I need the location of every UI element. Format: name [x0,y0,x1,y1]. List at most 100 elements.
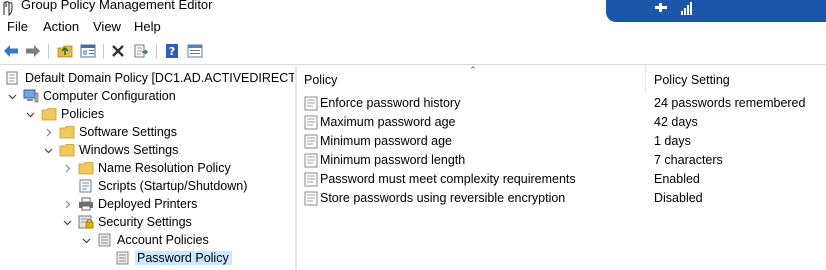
chevron-down-icon[interactable] [25,109,35,119]
tree-item-label: Policies [61,107,105,121]
policy-setting-value: Enabled [654,172,700,186]
policy-setting-icon [304,172,318,187]
forward-button[interactable] [23,41,43,61]
tree-item-computer-configuration[interactable]: Computer Configuration [7,87,176,105]
policy-setting-icon [304,191,318,206]
account-policies-icon [97,233,113,247]
list-row[interactable]: Enforce password history 24 passwords re… [298,94,826,113]
chevron-down-icon[interactable] [62,217,72,227]
help-icon: ? [166,44,178,58]
svg-text:?: ? [169,45,175,58]
folder-icon [59,143,75,157]
properties-button[interactable] [185,41,205,61]
tree-item-deployed-printers[interactable]: Deployed Printers [62,195,197,213]
policy-setting-icon [304,115,318,130]
tree-item-label: Scripts (Startup/Shutdown) [98,179,248,193]
list-row[interactable]: Minimum password length 7 characters [298,151,826,170]
policy-setting-value: Disabled [654,191,703,205]
app-icon [0,0,16,17]
window-title: Group Policy Management Editor [21,0,213,12]
tree-item-account-policies[interactable]: Account Policies [81,231,209,249]
tree-item-label: Security Settings [98,215,192,229]
tree-item-label: Windows Settings [79,143,179,157]
tree-item-name-resolution-policy[interactable]: Name Resolution Policy [62,159,231,177]
policy-setting-icon [304,134,318,149]
title-bar: Group Policy Management Editor [0,0,826,22]
password-policy-icon [115,251,131,265]
tree-item-password-policy[interactable]: Password Policy [115,249,232,267]
scripts-icon [78,179,94,193]
folder-icon [41,107,57,121]
policy-name: Maximum password age [320,115,456,129]
column-header-policy-setting[interactable]: Policy Setting [654,66,730,93]
folder-icon [59,125,75,139]
help-button[interactable]: ? [162,41,182,61]
export-list-button[interactable] [131,41,151,61]
chevron-down-icon[interactable] [7,91,17,101]
tree-item-policies[interactable]: Policies [25,105,104,123]
policy-setting-value: 7 characters [654,153,723,167]
tree-item-scripts[interactable]: Scripts (Startup/Shutdown) [78,177,247,195]
chevron-right-icon[interactable] [62,163,72,173]
column-header-policy[interactable]: Policy [304,66,337,93]
forward-arrow-icon [26,45,40,57]
list-row[interactable]: Password must meet complexity requiremen… [298,170,826,189]
menu-view[interactable]: View [93,19,121,34]
menu-file[interactable]: File [7,19,28,34]
policy-name: Enforce password history [320,96,461,110]
show-hide-tree-icon [80,44,96,58]
chevron-right-icon[interactable] [62,199,72,209]
folder-icon [78,161,94,175]
policy-name: Minimum password age [320,134,452,148]
console-tree: Default Domain Policy [DC1.AD.ACTIVEDIRE… [0,68,294,270]
show-hide-console-tree-button[interactable] [78,41,98,61]
policy-name: Store passwords using reversible encrypt… [320,191,566,205]
policy-setting-value: 1 days [654,134,691,148]
pane-splitter[interactable] [295,66,297,270]
chevron-down-icon[interactable] [43,145,53,155]
up-one-level-button[interactable] [55,41,75,61]
tree-item-security-settings[interactable]: Security Settings [62,213,192,231]
policy-setting-icon [304,153,318,168]
toolbar-separator [48,44,49,59]
tree-item-label: Software Settings [79,125,177,139]
tree-item-windows-settings[interactable]: Windows Settings [43,141,178,159]
computer-icon [23,89,39,103]
tree-item-default-domain-policy[interactable]: Default Domain Policy [DC1.AD.ACTIVEDIRE… [5,69,294,87]
list-row[interactable]: Store passwords using reversible encrypt… [298,189,826,208]
policy-list: Policy ⌃ Policy Setting Enforce password… [298,65,826,270]
sort-ascending-icon: ⌃ [469,65,477,75]
tree-item-label: Computer Configuration [43,89,176,103]
toolbar: ? [0,38,826,65]
tree-item-label: Deployed Printers [98,197,198,211]
column-divider[interactable] [645,66,646,93]
menu-help[interactable]: Help [134,19,161,34]
chevron-down-icon[interactable] [81,235,91,245]
security-icon [78,215,94,229]
policy-setting-icon [304,96,318,111]
network-tray-icon [655,2,692,15]
policy-setting-value: 42 days [654,115,698,129]
policy-setting-value: 24 passwords remembered [654,96,806,110]
export-list-icon [134,44,149,58]
delete-icon [112,45,124,57]
delete-button[interactable] [108,41,128,61]
tree-item-label: Account Policies [117,233,209,247]
back-arrow-icon [4,45,18,57]
tree-item-label: Default Domain Policy [DC1.AD.ACTIVEDIRE… [25,71,294,85]
up-folder-icon [57,45,73,58]
policy-icon [5,71,21,85]
tree-item-label: Name Resolution Policy [98,161,231,175]
printer-icon [78,197,94,211]
chevron-right-icon[interactable] [43,127,53,137]
policy-name: Password must meet complexity requiremen… [320,172,576,186]
list-row[interactable]: Maximum password age 42 days [298,113,826,132]
menu-bar: File Action View Help [0,17,826,37]
list-row[interactable]: Minimum password age 1 days [298,132,826,151]
menu-action[interactable]: Action [43,19,79,34]
policy-name: Minimum password length [320,153,466,167]
properties-icon [187,44,203,58]
tree-item-software-settings[interactable]: Software Settings [43,123,177,141]
tree-item-label: Password Policy [135,251,232,265]
back-button[interactable] [1,41,21,61]
